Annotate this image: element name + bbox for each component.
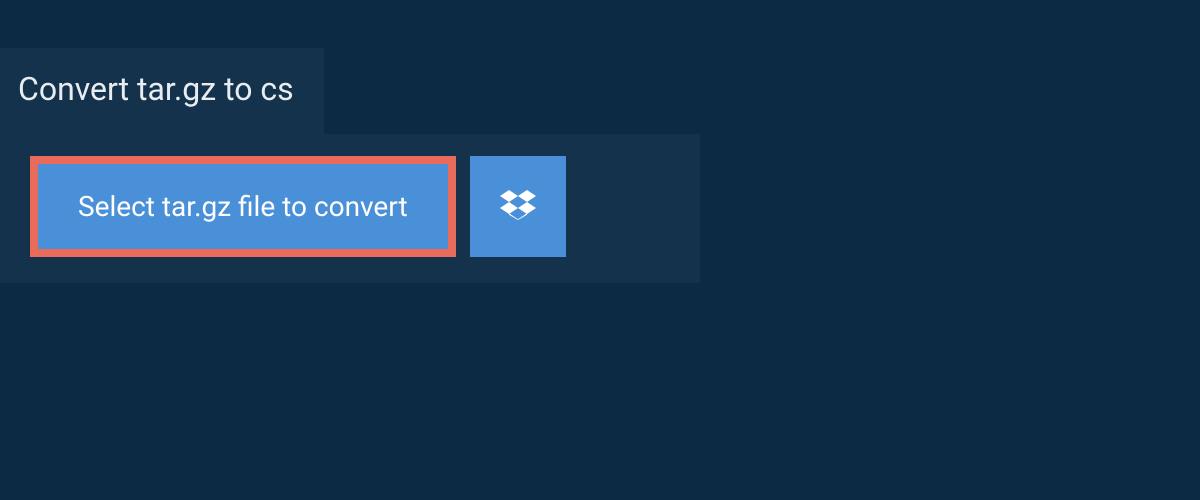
active-tab[interactable]: Convert tar.gz to cs — [0, 48, 324, 134]
dropbox-icon — [500, 187, 536, 227]
select-file-label: Select tar.gz file to convert — [78, 190, 408, 223]
select-file-button[interactable]: Select tar.gz file to convert — [30, 156, 456, 257]
dropbox-button[interactable] — [470, 156, 566, 257]
upload-panel: Select tar.gz file to convert — [0, 134, 700, 283]
tab-title: Convert tar.gz to cs — [18, 70, 294, 108]
button-row: Select tar.gz file to convert — [30, 156, 676, 257]
